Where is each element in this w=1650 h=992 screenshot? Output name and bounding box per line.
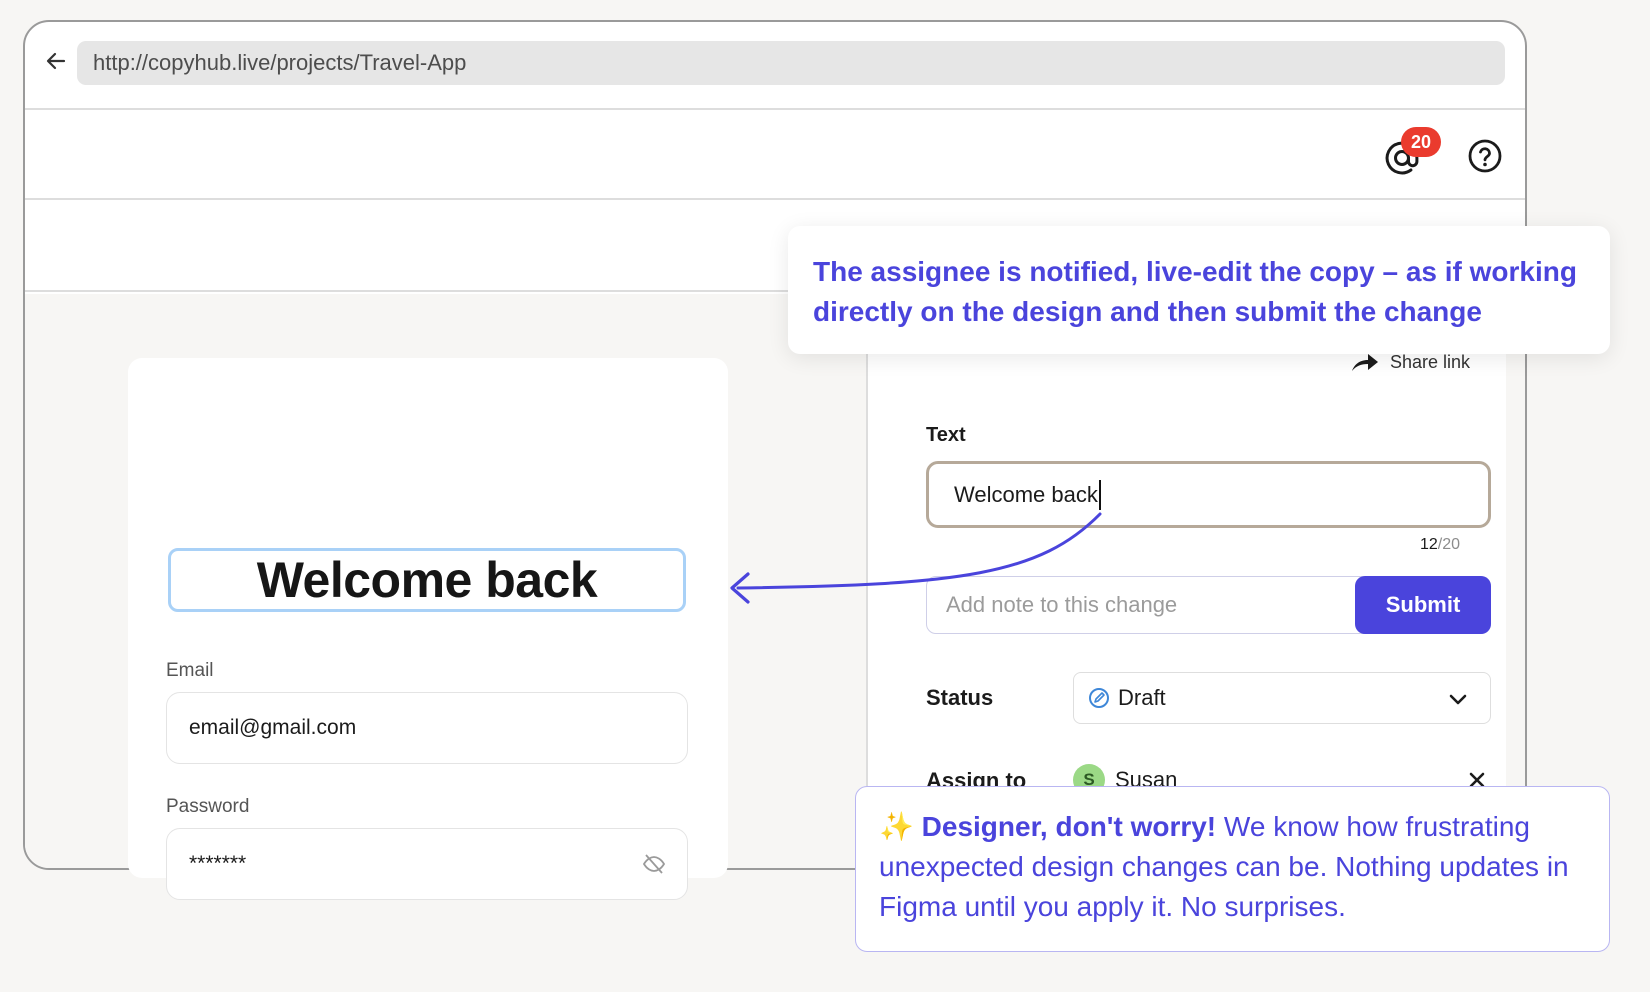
draft-icon [1089,688,1109,708]
callout-heading: Designer, don't worry! [921,811,1217,842]
character-max: /20 [1437,536,1461,553]
help-button[interactable] [1465,136,1505,176]
status-value: Draft [1118,685,1166,710]
email-label: Email [166,660,214,681]
character-counter: 12/20 [1420,536,1460,554]
text-caret [1098,479,1101,510]
note-group: Add note to this change Submit [926,576,1491,634]
status-label: Status [926,685,994,710]
password-value: ******* [189,852,247,875]
copy-text-input[interactable]: Welcome back [926,461,1491,528]
url-bar[interactable]: http://copyhub.live/projects/Travel-App [77,41,1505,85]
welcome-heading[interactable]: Welcome back [168,548,686,612]
callout-designer-reassurance: ✨ Designer, don't worry! We know how fru… [855,786,1610,952]
status-dropdown[interactable]: Draft [1073,672,1491,724]
copy-text-value: Welcome back [954,481,1098,507]
sparkles-icon: ✨ [879,811,914,842]
password-field[interactable]: ******* [166,828,688,900]
text-label: Text [926,424,966,446]
character-count: 12 [1420,536,1438,553]
back-button[interactable] [41,46,71,76]
login-card-preview: Welcome back Email email@gmail.com Passw… [128,358,728,900]
submit-button[interactable]: Submit [1355,576,1491,634]
note-input[interactable]: Add note to this change [927,577,1352,632]
notification-badge: 20 [1401,127,1441,157]
email-field[interactable]: email@gmail.com [166,692,688,764]
arrow-left-icon [46,52,66,70]
password-label: Password [166,796,250,817]
chevron-down-icon [1449,694,1467,705]
address-row: http://copyhub.live/projects/Travel-App [25,22,1525,110]
url-text: http://copyhub.live/projects/Travel-App [93,50,467,75]
eye-off-icon[interactable] [641,851,667,877]
help-circle-icon [1468,139,1502,173]
callout-assignee-notified: The assignee is notified, live-edit the … [788,226,1610,354]
app-toolbar: 20 [25,110,1525,200]
share-link-label: Share link [1390,351,1471,372]
email-value: email@gmail.com [189,716,357,739]
note-placeholder: Add note to this change [946,591,1178,617]
